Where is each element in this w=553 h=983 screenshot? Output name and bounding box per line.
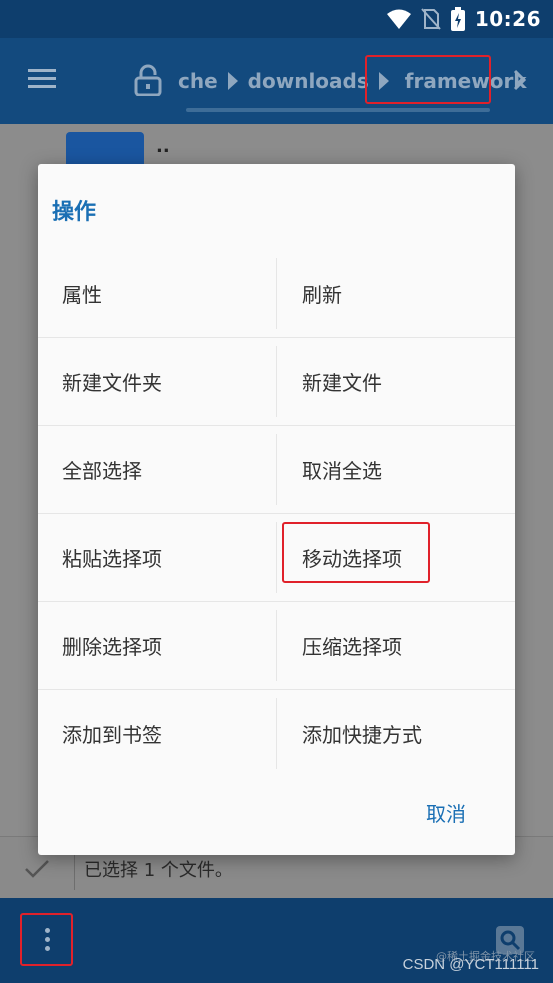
actions-row: 添加到书签 添加快捷方式 xyxy=(38,689,515,777)
highlight-box-move-selection xyxy=(282,522,430,583)
actions-dialog: 操作 属性 刷新 新建文件夹 新建文件 全部选择 取消全选 粘贴选择项 移动选择… xyxy=(38,164,515,855)
column-divider xyxy=(276,610,277,681)
action-new-file[interactable]: 新建文件 xyxy=(302,338,502,425)
selection-status-text: 已选择 1 个文件。 xyxy=(84,860,233,881)
action-refresh[interactable]: 刷新 xyxy=(302,250,502,337)
parent-directory-label[interactable]: .. xyxy=(156,136,170,157)
action-add-bookmark[interactable]: 添加到书签 xyxy=(62,690,274,777)
check-icon[interactable] xyxy=(24,858,50,880)
column-divider xyxy=(276,434,277,505)
action-select-all[interactable]: 全部选择 xyxy=(62,426,274,513)
watermark-csdn: CSDN @YCT111111 xyxy=(402,956,539,973)
breadcrumb-scroll-indicator xyxy=(186,108,490,112)
lock-icon[interactable] xyxy=(134,64,162,96)
status-bar: 10:26 xyxy=(0,0,553,38)
breadcrumb-item-downloads[interactable]: downloads xyxy=(248,69,369,93)
status-icons: 10:26 xyxy=(386,6,541,32)
actions-row: 删除选择项 压缩选择项 xyxy=(38,601,515,689)
battery-icon xyxy=(450,7,465,31)
action-delete-selection[interactable]: 删除选择项 xyxy=(62,602,274,689)
column-divider xyxy=(276,698,277,769)
actions-grid: 属性 刷新 新建文件夹 新建文件 全部选择 取消全选 粘贴选择项 移动选择项 删… xyxy=(38,250,515,777)
action-properties[interactable]: 属性 xyxy=(62,250,274,337)
actions-row: 属性 刷新 xyxy=(38,250,515,337)
action-compress-selection[interactable]: 压缩选择项 xyxy=(302,602,502,689)
action-deselect-all[interactable]: 取消全选 xyxy=(302,426,502,513)
no-sim-icon xyxy=(421,8,441,30)
actions-row: 粘贴选择项 移动选择项 xyxy=(38,513,515,601)
breadcrumb-separator-icon xyxy=(227,72,238,90)
action-add-shortcut[interactable]: 添加快捷方式 xyxy=(302,690,502,777)
column-divider xyxy=(276,522,277,593)
actions-row: 全部选择 取消全选 xyxy=(38,425,515,513)
breadcrumb-item-cache[interactable]: che xyxy=(178,69,218,93)
actions-row: 新建文件夹 新建文件 xyxy=(38,337,515,425)
chevron-right-icon[interactable] xyxy=(512,68,528,92)
cancel-button[interactable]: 取消 xyxy=(406,792,486,832)
action-new-folder[interactable]: 新建文件夹 xyxy=(62,338,274,425)
wifi-icon xyxy=(386,9,411,29)
highlight-box-overflow xyxy=(20,913,73,966)
highlight-box-framework xyxy=(365,55,491,104)
clock: 10:26 xyxy=(474,7,541,31)
action-paste-selection[interactable]: 粘贴选择项 xyxy=(62,514,274,601)
hamburger-menu-button[interactable] xyxy=(22,64,62,98)
column-divider xyxy=(276,258,277,329)
column-divider xyxy=(276,346,277,417)
dialog-title: 操作 xyxy=(52,200,97,225)
